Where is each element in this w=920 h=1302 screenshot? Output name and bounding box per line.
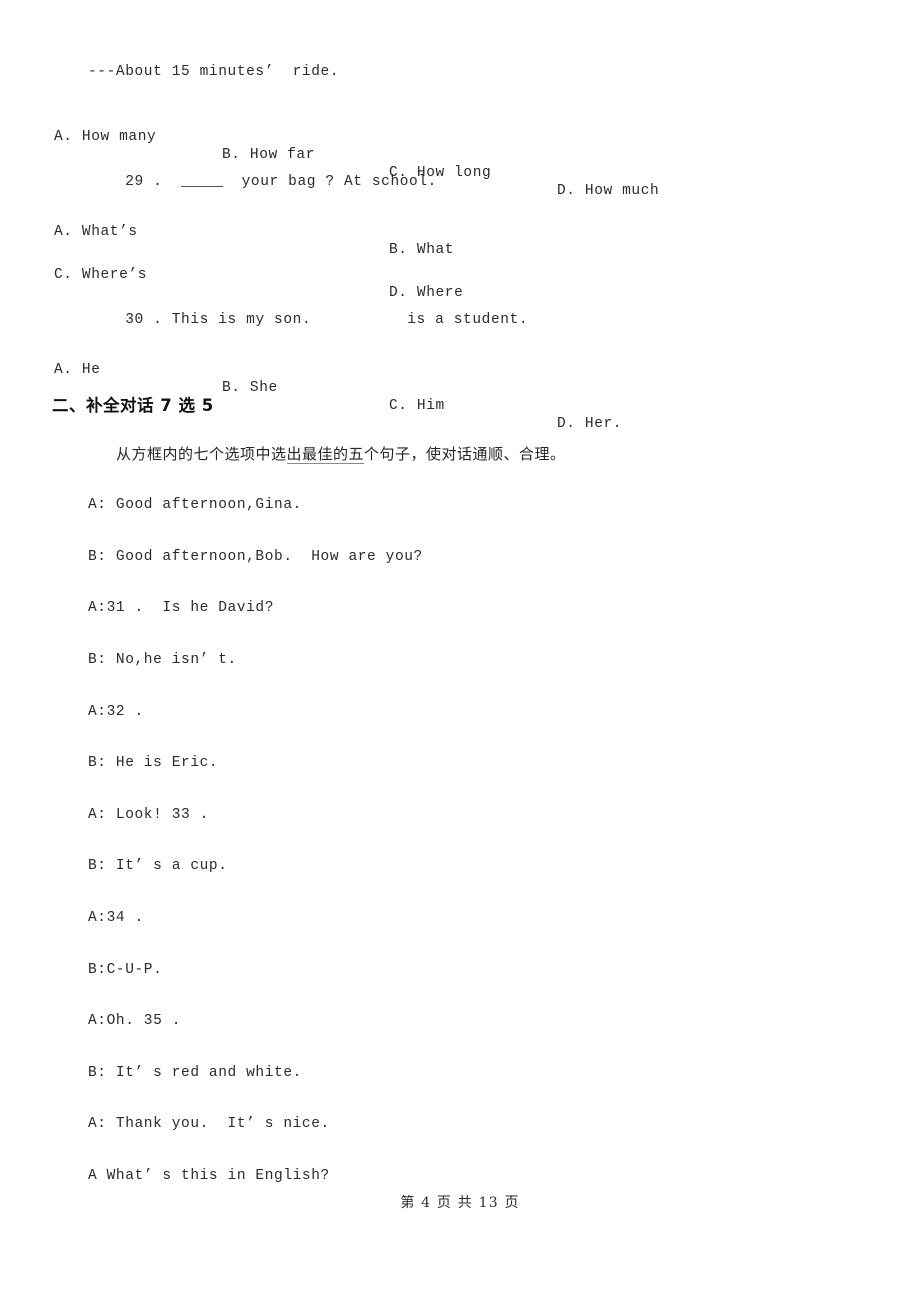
dialogue-line: A:Oh. 35 .: [88, 1013, 182, 1029]
dialogue-line: B: It’ s a cup.: [88, 858, 228, 874]
option-c[interactable]: C. Him: [389, 398, 445, 414]
option-a[interactable]: A. He: [54, 362, 101, 378]
dialogue-line: B: Good afternoon,Bob. How are you?: [88, 549, 423, 565]
question-29-options-row-2: C. Where’s D. Where: [54, 249, 874, 301]
dialogue-line: B: No,he isn’ t.: [88, 652, 237, 668]
dialogue-line: A:34 .: [88, 910, 144, 926]
page-footer: 第 4 页 共 13 页: [400, 1195, 520, 1211]
dialogue-line: B: He is Eric.: [88, 755, 219, 771]
dialogue-line: A: Good afternoon,Gina.: [88, 497, 302, 513]
dialogue-line: B: It’ s red and white.: [88, 1065, 302, 1081]
question-29-stem-before: 29 .: [125, 174, 182, 190]
question-29-options-row-1: A. What’s B. What: [54, 206, 874, 258]
option-d[interactable]: D. How much: [557, 183, 659, 199]
question-30-stem-before: 30 . This is my son.: [125, 312, 312, 328]
section-two-instruction: 从方框内的七个选项中选出最佳的五个句子，使对话通顺、合理。: [116, 443, 566, 464]
question-30-options: A. He B. She C. Him D. Her.: [54, 344, 874, 432]
option-a[interactable]: A. How many: [54, 129, 156, 145]
dialogue-line: B:C-U-P.: [88, 962, 163, 978]
dialogue-line: A: Look! 33 .: [88, 807, 209, 823]
question-30-stem-after: is a student.: [407, 312, 529, 328]
dialogue-line: A:32 .: [88, 704, 144, 720]
option-c[interactable]: C. Where’s: [54, 267, 147, 283]
instruction-text-part-1: 从方框内的七个选项中选: [116, 445, 287, 463]
question-30-stem: 30 . This is my son. is a student.: [88, 296, 528, 344]
option-d[interactable]: D. Her.: [557, 416, 622, 432]
option-a[interactable]: A. What’s: [54, 224, 138, 240]
exam-page: ---About 15 minutes’ ride. A. How many B…: [0, 0, 920, 1302]
question-28-options: A. How many B. How far C. How long D. Ho…: [54, 111, 874, 199]
section-two-heading: 二、补全对话 7 选 5: [52, 396, 214, 415]
question-29-stem-after: your bag ? At school.: [223, 174, 437, 190]
instruction-text-part-2: 个句子，使对话通顺、合理。: [364, 445, 566, 463]
option-b[interactable]: B. She: [222, 380, 278, 396]
dialogue-line: A: Thank you. It’ s nice.: [88, 1116, 330, 1132]
question-29-stem: 29 . your bag ? At school.: [88, 158, 437, 206]
dialogue-line: A:31 . Is he David?: [88, 600, 275, 616]
question-29-blank[interactable]: [181, 186, 224, 187]
dialogue-line: A What’ s this in English?: [88, 1168, 330, 1184]
question-28-stem: ---About 15 minutes’ ride.: [88, 64, 340, 80]
instruction-text-underlined: 出最佳的五: [286, 445, 365, 464]
